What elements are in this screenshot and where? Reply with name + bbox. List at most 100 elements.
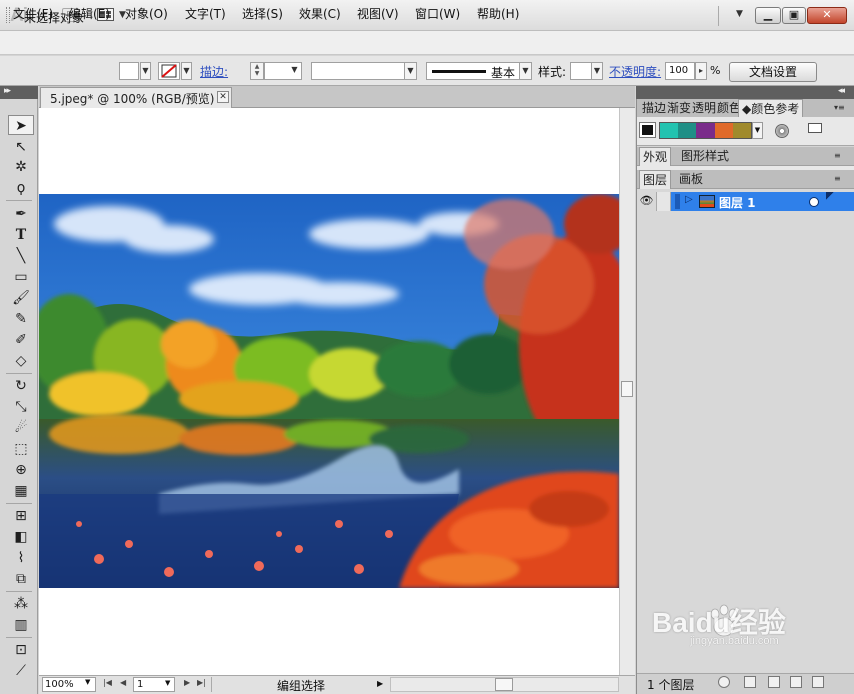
symbol-sprayer-tool-icon[interactable]: ⁂ xyxy=(8,594,34,614)
free-transform-tool-icon[interactable]: ⬚ xyxy=(8,439,34,459)
prev-artboard-icon[interactable]: ◀ xyxy=(120,678,126,687)
harmony-swatch[interactable] xyxy=(660,123,679,138)
panel-menu-icon[interactable]: ≡ xyxy=(834,151,848,161)
artboard-dropdown-icon[interactable]: ▼ xyxy=(165,679,170,687)
lasso-tool-icon[interactable]: ϙ xyxy=(8,178,34,198)
stroke-label[interactable]: 描边: xyxy=(200,63,228,80)
layer-name[interactable]: 图层 1 xyxy=(719,194,756,211)
tab-layers[interactable]: 图层 xyxy=(639,170,672,189)
opacity-arrow-icon[interactable]: ▸ xyxy=(695,62,707,80)
stroke-dropdown-icon[interactable]: ▼ xyxy=(181,62,192,80)
harmony-swatch[interactable] xyxy=(732,123,752,138)
rectangle-tool-icon[interactable]: ▭ xyxy=(8,267,34,287)
menu-window[interactable]: 窗口(W) xyxy=(415,5,460,22)
menu-type[interactable]: 文字(T) xyxy=(185,5,226,22)
save-color-group-icon[interactable] xyxy=(808,123,822,133)
edit-colors-icon[interactable] xyxy=(775,124,789,138)
panel-menu-icon[interactable]: ≡ xyxy=(834,174,848,184)
tab-artboards[interactable]: 画板 xyxy=(676,170,706,189)
blend-tool-icon[interactable]: ⧉ xyxy=(8,569,34,589)
harmony-dropdown-icon[interactable]: ▼ xyxy=(752,122,763,139)
delete-layer-icon[interactable] xyxy=(812,676,824,688)
first-artboard-icon[interactable]: |◀ xyxy=(103,678,112,687)
menu-effect[interactable]: 效果(C) xyxy=(299,5,341,22)
new-sublayer-icon[interactable] xyxy=(768,676,780,688)
collapse-panels-icon[interactable]: ◂◂ xyxy=(838,86,845,96)
column-graph-tool-icon[interactable]: ▥ xyxy=(8,615,34,635)
harmony-swatch[interactable] xyxy=(678,123,697,138)
close-tab-icon[interactable]: ✕ xyxy=(217,91,229,103)
mesh-tool-icon[interactable]: ⊞ xyxy=(8,506,34,526)
eyedropper-tool-icon[interactable]: ⌇ xyxy=(8,548,34,568)
close-button[interactable]: ✕ xyxy=(807,7,847,24)
locate-object-icon[interactable] xyxy=(718,676,730,688)
minimize-icon: ▁ xyxy=(763,8,773,21)
opacity-label[interactable]: 不透明度: xyxy=(609,63,661,80)
control-bar-grip[interactable] xyxy=(6,7,10,23)
blob-brush-tool-icon[interactable]: ✐ xyxy=(8,330,34,350)
document-tab-title[interactable]: 5.jpeg* @ 100% (RGB/预览) xyxy=(50,90,214,107)
harmony-color-strip[interactable] xyxy=(659,122,752,139)
rotate-tool-icon[interactable]: ↻ xyxy=(8,376,34,396)
expand-layer-icon[interactable]: ▷ xyxy=(685,194,693,205)
variable-width-profile[interactable] xyxy=(311,62,417,80)
paintbrush-tool-icon[interactable]: 🖌 xyxy=(8,288,34,308)
fill-dropdown-icon[interactable]: ▼ xyxy=(140,62,151,80)
new-layer-icon[interactable] xyxy=(790,676,802,688)
graphic-style-swatch[interactable] xyxy=(570,62,592,80)
pencil-tool-icon[interactable]: ✎ xyxy=(8,309,34,329)
variable-width-dropdown-icon[interactable]: ▼ xyxy=(404,62,417,80)
zoom-dropdown-icon[interactable]: ▼ xyxy=(85,678,90,686)
direct-selection-tool-icon[interactable]: ↖ xyxy=(8,137,34,157)
layers-count: 1 个图层 xyxy=(647,678,695,692)
stroke-weight-dropdown-icon[interactable]: ▼ xyxy=(287,62,302,80)
menu-view[interactable]: 视图(V) xyxy=(357,5,399,22)
warp-tool-icon[interactable]: ☄ xyxy=(8,418,34,438)
shape-builder-tool-icon[interactable]: ⊕ xyxy=(8,460,34,480)
status-menu-icon[interactable]: ▶ xyxy=(377,679,383,688)
minimize-button[interactable]: ▁ xyxy=(755,7,781,24)
slice-tool-icon[interactable]: ⟋ xyxy=(8,661,34,681)
workspace-switcher-icon[interactable]: ▼ xyxy=(736,9,743,19)
brush-dropdown-icon[interactable]: ▼ xyxy=(519,62,532,80)
horizontal-scroll-thumb[interactable] xyxy=(495,678,513,691)
last-artboard-icon[interactable]: ▶| xyxy=(197,678,206,687)
layer-target-icon[interactable] xyxy=(809,197,819,207)
tab-appearance[interactable]: 外观 xyxy=(639,147,672,166)
tab-color-guide[interactable]: ◆颜色参考 xyxy=(738,99,804,118)
pen-tool-icon[interactable]: ✒ xyxy=(8,204,34,224)
close-icon: ✕ xyxy=(822,8,832,21)
perspective-grid-tool-icon[interactable]: ▦ xyxy=(8,481,34,501)
document-setup-button[interactable]: 文档设置 xyxy=(729,62,817,82)
maximize-button[interactable]: ▣ xyxy=(782,7,806,24)
scale-tool-icon[interactable]: ⤡ xyxy=(8,397,34,417)
lock-toggle[interactable] xyxy=(657,192,671,211)
menu-select[interactable]: 选择(S) xyxy=(242,5,283,22)
type-tool-icon[interactable]: T xyxy=(8,225,34,245)
vertical-scroll-thumb[interactable] xyxy=(621,381,633,397)
visibility-eye-icon[interactable]: 👁 xyxy=(637,192,657,211)
stroke-weight-stepper[interactable]: ▲ ▼ xyxy=(250,62,264,80)
harmony-swatch[interactable] xyxy=(714,123,733,138)
menu-object[interactable]: 对象(O) xyxy=(125,5,168,22)
selection-tool-icon[interactable]: ➤ xyxy=(8,115,34,135)
panel-menu-icon[interactable]: ▾≡ xyxy=(834,103,848,113)
gradient-tool-icon[interactable]: ◧ xyxy=(8,527,34,547)
menu-bar xyxy=(0,31,854,55)
next-artboard-icon[interactable]: ▶ xyxy=(184,678,190,687)
harmony-swatch[interactable] xyxy=(696,123,715,138)
style-dropdown-icon[interactable]: ▼ xyxy=(591,62,603,80)
fill-swatch[interactable] xyxy=(119,62,139,80)
line-tool-icon[interactable]: ╲ xyxy=(8,246,34,266)
tab-graphic-styles[interactable]: 图形样式 xyxy=(678,147,732,166)
make-clipping-mask-icon[interactable] xyxy=(744,676,756,688)
eraser-tool-icon[interactable]: ◇ xyxy=(8,351,34,371)
base-color-swatch[interactable] xyxy=(639,122,656,138)
menu-help[interactable]: 帮助(H) xyxy=(477,5,519,22)
collapse-icon[interactable]: ▸▸ xyxy=(4,86,11,96)
magic-wand-tool-icon[interactable]: ✲ xyxy=(8,157,34,177)
panel-dock-header[interactable] xyxy=(636,86,854,99)
artboard-tool-icon[interactable]: ⊡ xyxy=(8,640,34,660)
autumn-lake-artwork[interactable] xyxy=(39,194,619,588)
opacity-input[interactable]: 100 xyxy=(665,62,695,80)
